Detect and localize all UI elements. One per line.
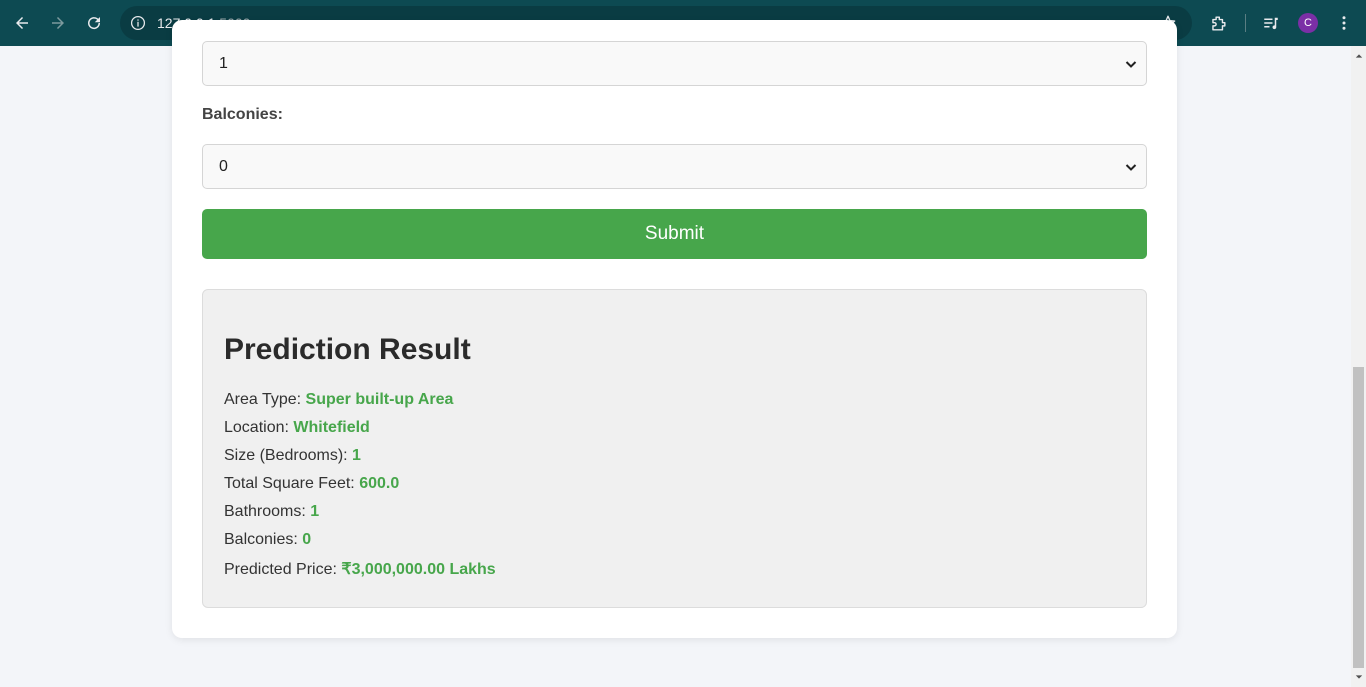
balconies-label: Balconies:: [202, 106, 283, 123]
balconies-select-value: 0: [219, 157, 228, 175]
back-arrow-icon[interactable]: [10, 11, 34, 35]
info-icon[interactable]: [128, 13, 148, 33]
submit-button[interactable]: Submit: [202, 209, 1147, 259]
result-label: Area Type:: [224, 391, 302, 408]
result-value: 1: [352, 447, 361, 464]
result-row-total-sqft: Total Square Feet: 600.0: [224, 475, 399, 493]
result-row-size: Size (Bedrooms): 1: [224, 447, 361, 465]
chevron-down-icon: [1125, 61, 1137, 68]
page-scrollbar[interactable]: [1351, 46, 1366, 687]
kebab-menu-icon[interactable]: [1333, 12, 1355, 34]
result-label: Location:: [224, 419, 289, 436]
reload-icon[interactable]: [82, 11, 106, 35]
toolbar-separator: [1245, 14, 1246, 32]
result-title: Prediction Result: [224, 333, 471, 366]
result-label: Bathrooms:: [224, 503, 306, 520]
result-value: 1: [310, 503, 320, 520]
forward-arrow-icon[interactable]: [46, 11, 70, 35]
result-row-area-type: Area Type: Super built-up Area: [224, 391, 453, 409]
result-row-bathrooms: Bathrooms: 1: [224, 503, 319, 521]
result-label: Balconies:: [224, 531, 298, 548]
scroll-down-arrow-icon[interactable]: [1351, 671, 1366, 683]
result-label: Predicted Price:: [224, 561, 337, 578]
result-label: Size (Bedrooms):: [224, 447, 348, 464]
bathrooms-select-value: 1: [219, 54, 228, 72]
result-label: Total Square Feet:: [224, 475, 355, 492]
result-value: 600.0: [359, 475, 400, 492]
result-value: ₹3,000,000.00 Lakhs: [341, 561, 496, 578]
bathrooms-select[interactable]: 1: [202, 41, 1147, 86]
scroll-up-arrow-icon[interactable]: [1351, 50, 1366, 62]
result-value: 0: [302, 531, 312, 548]
result-value: Whitefield: [293, 419, 370, 436]
result-row-balconies: Balconies: 0: [224, 531, 311, 549]
scrollbar-thumb[interactable]: [1353, 367, 1364, 668]
result-row-location: Location: Whitefield: [224, 419, 370, 437]
media-queue-icon[interactable]: [1260, 12, 1282, 34]
chevron-down-icon: [1125, 164, 1137, 171]
profile-avatar[interactable]: C: [1298, 13, 1318, 33]
balconies-select[interactable]: 0: [202, 144, 1147, 189]
prediction-result-panel: Prediction Result Area Type: Super built…: [202, 289, 1147, 608]
result-row-predicted-price: Predicted Price: ₹3,000,000.00 Lakhs: [224, 559, 496, 579]
extensions-icon[interactable]: [1207, 12, 1229, 34]
result-value: Super built-up Area: [305, 391, 454, 408]
